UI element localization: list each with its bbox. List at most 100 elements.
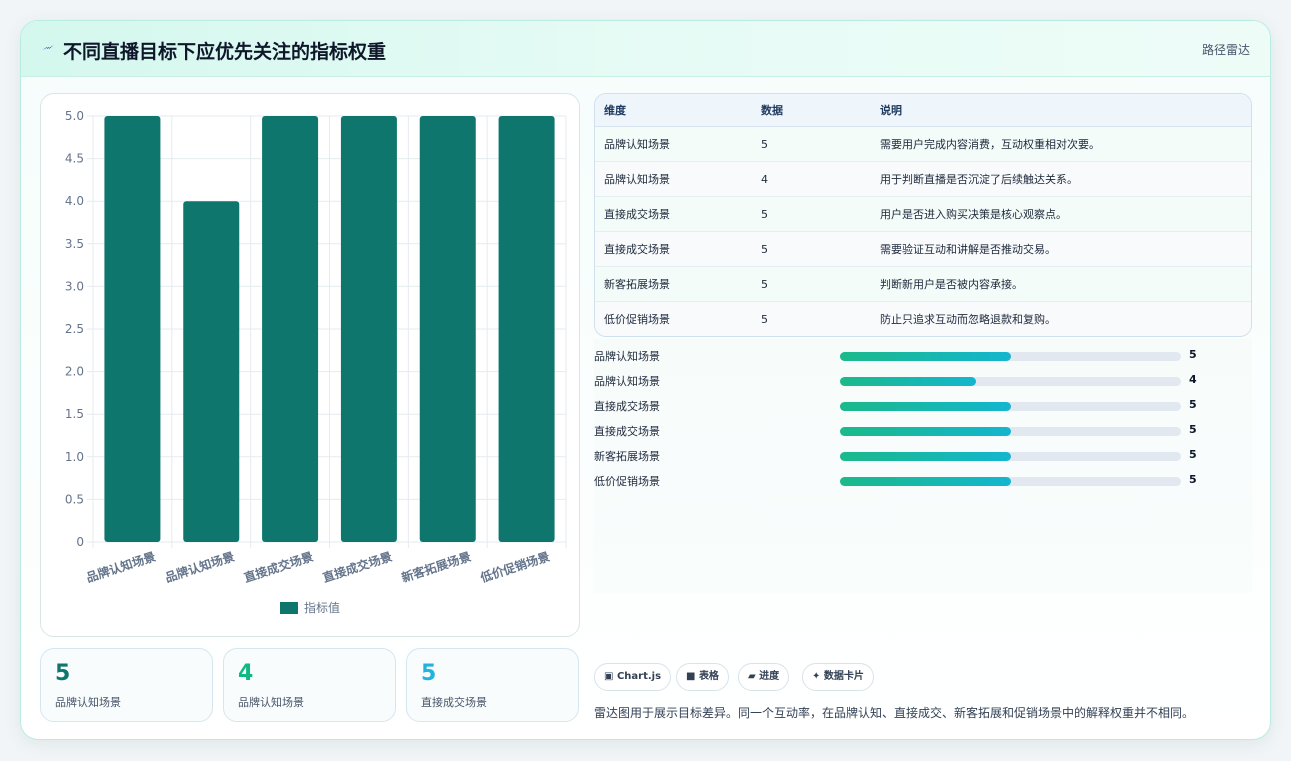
legend-label: 指标值	[304, 600, 340, 615]
progress-item: 低价促销场景 5	[594, 471, 1252, 491]
progress-label: 直接成交场景	[594, 425, 660, 438]
y-tick-label: 5.0	[65, 109, 84, 123]
y-tick-label: 3.5	[65, 237, 84, 251]
y-tick-label: 2.5	[65, 322, 84, 336]
progress-fill	[840, 452, 1011, 461]
table-header-cell: 说明	[880, 104, 902, 117]
chip-label: 进度	[759, 671, 780, 682]
progress-label: 低价促销场景	[594, 475, 660, 488]
table-header-row: 维度 数据 说明	[595, 94, 1251, 127]
bar-chart-panel: 0 0.5 1.0 1.5 2.0 2.5 3.0 3.5 4.0 4.5 5.0 品牌认知场景 品牌认…	[40, 93, 580, 637]
x-tick-label: 新客拓展场景	[400, 549, 473, 586]
stat-card-1: 5 品牌认知场景	[40, 648, 213, 722]
table-cell: 5	[761, 243, 768, 256]
header-tag: 路径雷达	[1201, 43, 1250, 57]
y-tick-label: 0.5	[65, 492, 84, 506]
table-row: 直接成交场景 5 需要验证互动和讲解是否推动交易。	[595, 232, 1251, 267]
x-tick-label: 品牌认知场景	[84, 549, 157, 586]
table-cell: 判断新用户是否被内容承接。	[880, 278, 1023, 291]
stat-value: 5	[55, 661, 71, 686]
progress-track	[840, 427, 1181, 436]
footnote: 雷达图用于展示目标差异。同一个互动率，在品牌认知、直接成交、新客拓展和促销场景中…	[594, 706, 1195, 720]
bar	[419, 116, 476, 542]
x-tick-label: 低价促销场景	[477, 549, 551, 586]
chip-label: 表格	[698, 671, 719, 682]
y-tick-label: 2.0	[65, 365, 84, 379]
x-tick-label: 品牌认知场景	[163, 549, 236, 586]
progress-track	[840, 402, 1181, 411]
y-tick-label: 0	[76, 535, 84, 549]
bar	[262, 116, 319, 542]
table-cell: 5	[761, 313, 768, 326]
table-cell: 防止只追求互动而忽略退款和复购。	[880, 313, 1056, 326]
bar	[340, 116, 397, 542]
progress-fill	[840, 477, 1011, 486]
progress-fill	[840, 352, 1011, 361]
table-cell: 4	[761, 173, 768, 186]
progress-item: 直接成交场景 5	[594, 396, 1252, 416]
chip-data-cards[interactable]: ✦ 数据卡片	[802, 663, 874, 691]
y-tick-label: 1.5	[65, 407, 84, 421]
progress-label: 品牌认知场景	[594, 350, 660, 363]
table-cell: 需要验证互动和讲解是否推动交易。	[880, 243, 1056, 256]
y-tick-label: 4.5	[65, 152, 84, 166]
progress-label: 新客拓展场景	[594, 450, 660, 463]
table-cell: 新客拓展场景	[604, 278, 670, 291]
progress-label: 品牌认知场景	[594, 375, 660, 388]
stat-label: 品牌认知场景	[55, 696, 121, 709]
table-cell: 用户是否进入购买决策是核心观察点。	[880, 208, 1067, 221]
bar	[498, 116, 555, 542]
progress-value: 5	[1189, 348, 1197, 361]
legend-swatch	[280, 602, 298, 614]
stat-label: 品牌认知场景	[238, 696, 304, 709]
stat-card-3: 5 直接成交场景	[406, 648, 579, 722]
chip-label: 数据卡片	[823, 671, 864, 682]
progress-value: 5	[1189, 448, 1197, 461]
stat-label: 直接成交场景	[421, 696, 487, 709]
progress-item: 品牌认知场景 5	[594, 346, 1252, 366]
progress-label: 直接成交场景	[594, 400, 660, 413]
chip-chartjs[interactable]: ▣ Chart.js	[594, 663, 672, 691]
table-cell: 5	[761, 138, 768, 151]
chip-label: Chart.js	[616, 671, 662, 682]
table-row: 品牌认知场景 4 用于判断直播是否沉淀了后续触达关系。	[595, 162, 1251, 197]
progress-item: 直接成交场景 5	[594, 421, 1252, 441]
chip-progress[interactable]: ▰ 进度	[738, 663, 790, 691]
bar	[104, 116, 161, 542]
table-cell: 品牌认知场景	[604, 138, 670, 151]
progress-value: 5	[1189, 473, 1197, 486]
chip-table[interactable]: ■ 表格	[676, 663, 729, 691]
table-row: 品牌认知场景 5 需要用户完成内容消费，互动权重相对次要。	[595, 127, 1251, 162]
progress-track	[840, 452, 1181, 461]
stat-card-2: 4 品牌认知场景	[223, 648, 396, 722]
progress-item: 新客拓展场景 5	[594, 446, 1252, 466]
stat-value: 4	[238, 661, 254, 686]
dashboard-card: 不同直播目标下应优先关注的指标权重 路径雷达 0 0.5 1.0 1.5 2.0 2.5 3…	[20, 20, 1271, 740]
page-title: 不同直播目标下应优先关注的指标权重	[63, 41, 387, 63]
stat-value: 5	[421, 661, 437, 686]
table-cell: 直接成交场景	[604, 208, 670, 221]
progress-value: 5	[1189, 423, 1197, 436]
x-tick-label: 直接成交场景	[242, 549, 315, 586]
progress-list: 品牌认知场景 5 品牌认知场景 4 直接成交场景 5 直接成交场景 5 新客拓展…	[594, 339, 1252, 593]
progress-value: 4	[1189, 373, 1197, 386]
bar	[183, 201, 240, 542]
progress-track	[840, 477, 1181, 486]
data-table: 维度 数据 说明 品牌认知场景 5 需要用户完成内容消费，互动权重相对次要。 品…	[594, 93, 1252, 337]
table-cell: 5	[761, 208, 768, 221]
x-tick-label: 直接成交场景	[321, 549, 394, 586]
table-row: 直接成交场景 5 用户是否进入购买决策是核心观察点。	[595, 197, 1251, 232]
bar-chart: 0 0.5 1.0 1.5 2.0 2.5 3.0 3.5 4.0 4.5 5.0 品牌认知场景 品牌认…	[65, 109, 567, 615]
y-tick-label: 3.0	[65, 279, 84, 293]
lightning-icon	[42, 45, 54, 50]
table-cell: 品牌认知场景	[604, 173, 670, 186]
table-row: 新客拓展场景 5 判断新用户是否被内容承接。	[595, 267, 1251, 302]
y-tick-label: 1.0	[65, 450, 84, 464]
table-cell: 5	[761, 278, 768, 291]
progress-item: 品牌认知场景 4	[594, 371, 1252, 391]
table-cell: 需要用户完成内容消费，互动权重相对次要。	[880, 138, 1100, 151]
progress-value: 5	[1189, 398, 1197, 411]
table-cell: 低价促销场景	[604, 313, 670, 326]
table-cell: 用于判断直播是否沉淀了后续触达关系。	[880, 173, 1078, 186]
progress-fill	[840, 402, 1011, 411]
